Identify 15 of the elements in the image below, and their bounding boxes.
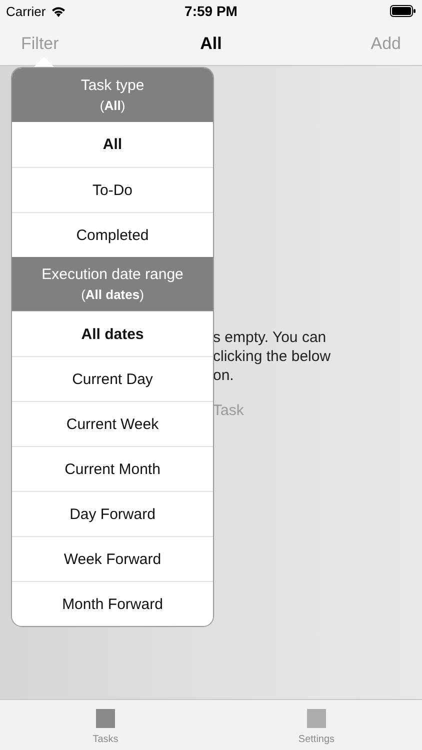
wifi-icon (50, 6, 66, 16)
square-icon (96, 709, 115, 728)
carrier-label: Carrier (6, 4, 46, 18)
section-title: Execution date range (42, 266, 184, 283)
battery-icon (390, 5, 416, 17)
filter-option[interactable]: Month Forward (12, 581, 213, 626)
section-current-value: (All) (100, 98, 126, 113)
section-title: Task type (80, 77, 144, 94)
section-current-value: (All dates) (81, 287, 144, 302)
status-time: 7:59 PM (184, 3, 238, 19)
empty-message-line: on. (213, 366, 234, 385)
empty-message-line: s empty. You can (213, 328, 326, 347)
empty-message-line: clicking the below (213, 347, 331, 366)
nav-title: All (200, 34, 222, 54)
square-icon (307, 709, 326, 728)
